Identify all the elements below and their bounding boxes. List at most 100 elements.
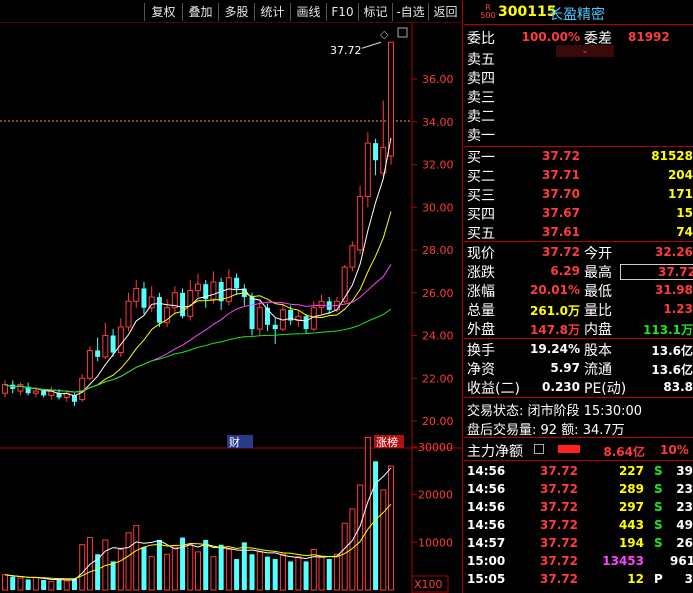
volume-bar bbox=[279, 553, 286, 591]
stat2-rule bbox=[464, 397, 693, 398]
volume-bar bbox=[195, 551, 201, 591]
stat-value: 31.98 bbox=[655, 283, 693, 297]
stat-label: 涨幅 bbox=[467, 284, 495, 300]
kline-chart[interactable]: 36.00 34.00 32.00 30.00 28.00 26.00 24.00 22.00… bbox=[0, 22, 462, 593]
stat-label: 总量 bbox=[467, 303, 495, 319]
stat-value: 37.72 bbox=[620, 264, 693, 280]
tb-f10-button[interactable]: F10 bbox=[326, 3, 358, 21]
tick-price: 37.72 bbox=[540, 536, 578, 550]
candle-body bbox=[125, 300, 132, 328]
volume-bar bbox=[333, 553, 340, 591]
tick-rule bbox=[464, 460, 693, 461]
window-toggle-icon bbox=[397, 27, 408, 38]
candle-body bbox=[272, 324, 278, 330]
price-tick-label: 36.00 bbox=[422, 73, 454, 86]
price-tick-label: 26.00 bbox=[422, 287, 454, 300]
stat-value: 32.26 bbox=[655, 245, 693, 259]
tick-price: 37.72 bbox=[540, 464, 578, 478]
tb-tongji-button[interactable]: 统计 bbox=[254, 3, 290, 21]
tb-biaoji-button[interactable]: 标记 bbox=[358, 3, 392, 21]
caibao-tag-text: 财 bbox=[229, 435, 240, 449]
tick-direction: S bbox=[654, 500, 663, 514]
stat-label: 涨跌 bbox=[467, 265, 495, 281]
tick-direction: S bbox=[654, 464, 663, 478]
volume-tick-label: 30000 bbox=[418, 441, 453, 454]
buy-level-volume: 204 bbox=[667, 168, 693, 182]
stat-rule bbox=[464, 338, 693, 339]
volume-bar bbox=[234, 559, 240, 590]
volume-bar bbox=[380, 489, 387, 591]
detail-icon[interactable] bbox=[534, 444, 544, 454]
stat2-value: 13.6亿 bbox=[651, 344, 693, 358]
candle-body bbox=[256, 307, 263, 330]
stat2-value: 5.97 bbox=[550, 361, 580, 375]
volume-bar bbox=[2, 574, 8, 591]
tb-duogu-button[interactable]: 多股 bbox=[218, 3, 254, 21]
price-tick-label: 24.00 bbox=[422, 330, 454, 343]
price-tick-label: 22.00 bbox=[422, 372, 454, 385]
tb-zixuan-button[interactable]: -自选 bbox=[392, 3, 428, 21]
volume-tick-label: 20000 bbox=[418, 489, 453, 502]
weicha-value: 81992 bbox=[628, 30, 670, 44]
volume-bar bbox=[357, 484, 364, 591]
candle-body bbox=[310, 307, 317, 330]
tb-diejia-button[interactable]: 叠加 bbox=[182, 3, 218, 21]
candle-body bbox=[117, 326, 124, 354]
candle-body bbox=[187, 290, 194, 317]
buy-level-volume: 171 bbox=[667, 187, 693, 201]
volume-bar bbox=[310, 548, 317, 591]
candle-body bbox=[86, 349, 93, 379]
volume-bar bbox=[141, 547, 147, 590]
volume-bar bbox=[288, 561, 294, 590]
stat-label: 内盘 bbox=[584, 322, 612, 338]
candle-body bbox=[195, 283, 201, 292]
sell-level-label: 卖一 bbox=[467, 128, 495, 144]
tick-count: 26 bbox=[676, 536, 693, 550]
volume-bar bbox=[25, 579, 31, 590]
tick-volume: 297 bbox=[618, 500, 644, 514]
volume-bar bbox=[156, 539, 162, 590]
volume-bar bbox=[210, 556, 217, 591]
volume-bar bbox=[225, 548, 232, 591]
volume-bar bbox=[364, 436, 371, 591]
volume-bar bbox=[48, 580, 55, 591]
book-rule bbox=[464, 146, 693, 147]
stock-name[interactable]: 长盈精密 bbox=[549, 4, 605, 24]
price-tick-label: 20.00 bbox=[422, 415, 454, 428]
buy-level-price: 37.72 bbox=[542, 149, 580, 163]
buy-level-label: 买五 bbox=[467, 226, 495, 242]
volume-unit-label: X100 bbox=[414, 578, 443, 591]
stat-label: 最低 bbox=[584, 284, 612, 300]
tick-price: 37.72 bbox=[540, 482, 578, 496]
stat-label: 外盘 bbox=[467, 322, 495, 338]
stat-value: 147.8万 bbox=[530, 323, 580, 337]
volume-bar bbox=[164, 553, 171, 591]
volume-bar bbox=[148, 556, 155, 591]
volume-bar bbox=[41, 579, 47, 590]
candle-body bbox=[357, 196, 364, 251]
ma10-line bbox=[4, 211, 392, 393]
sell-level-label: 卖三 bbox=[467, 90, 495, 106]
tick-volume: 12 bbox=[627, 572, 644, 586]
expand-chevron-icon[interactable]: ⌄ bbox=[556, 45, 614, 57]
tb-fuquan-button[interactable]: 复权 bbox=[144, 3, 182, 21]
stat2-label: 股本 bbox=[584, 343, 612, 359]
stat2-value: 0.230 bbox=[542, 380, 580, 394]
tick-volume: 289 bbox=[618, 482, 644, 496]
tick-count: 23 bbox=[676, 482, 693, 496]
stat2-value: 13.6亿 bbox=[651, 363, 693, 377]
toolbar: 复权 叠加 多股 统计 画线 F10 标记 -自选 返回 bbox=[0, 0, 462, 22]
tick-volume: 194 bbox=[618, 536, 644, 550]
tb-huaxian-button[interactable]: 画线 bbox=[290, 3, 326, 21]
candle-body bbox=[2, 384, 8, 394]
zhangbang-tag-text: 涨榜 bbox=[376, 435, 398, 449]
tb-fanhui-button[interactable]: 返回 bbox=[428, 3, 462, 21]
peak-pointer bbox=[361, 41, 382, 49]
tick-time: 15:05 bbox=[467, 572, 506, 586]
stat-value: 261.0万 bbox=[530, 304, 580, 318]
buy-level-price: 37.61 bbox=[542, 225, 580, 239]
buy-level-label: 买一 bbox=[467, 150, 495, 166]
tick-volume: 227 bbox=[618, 464, 644, 478]
tick-price: 37.72 bbox=[540, 554, 578, 568]
volume-bar bbox=[117, 548, 124, 591]
